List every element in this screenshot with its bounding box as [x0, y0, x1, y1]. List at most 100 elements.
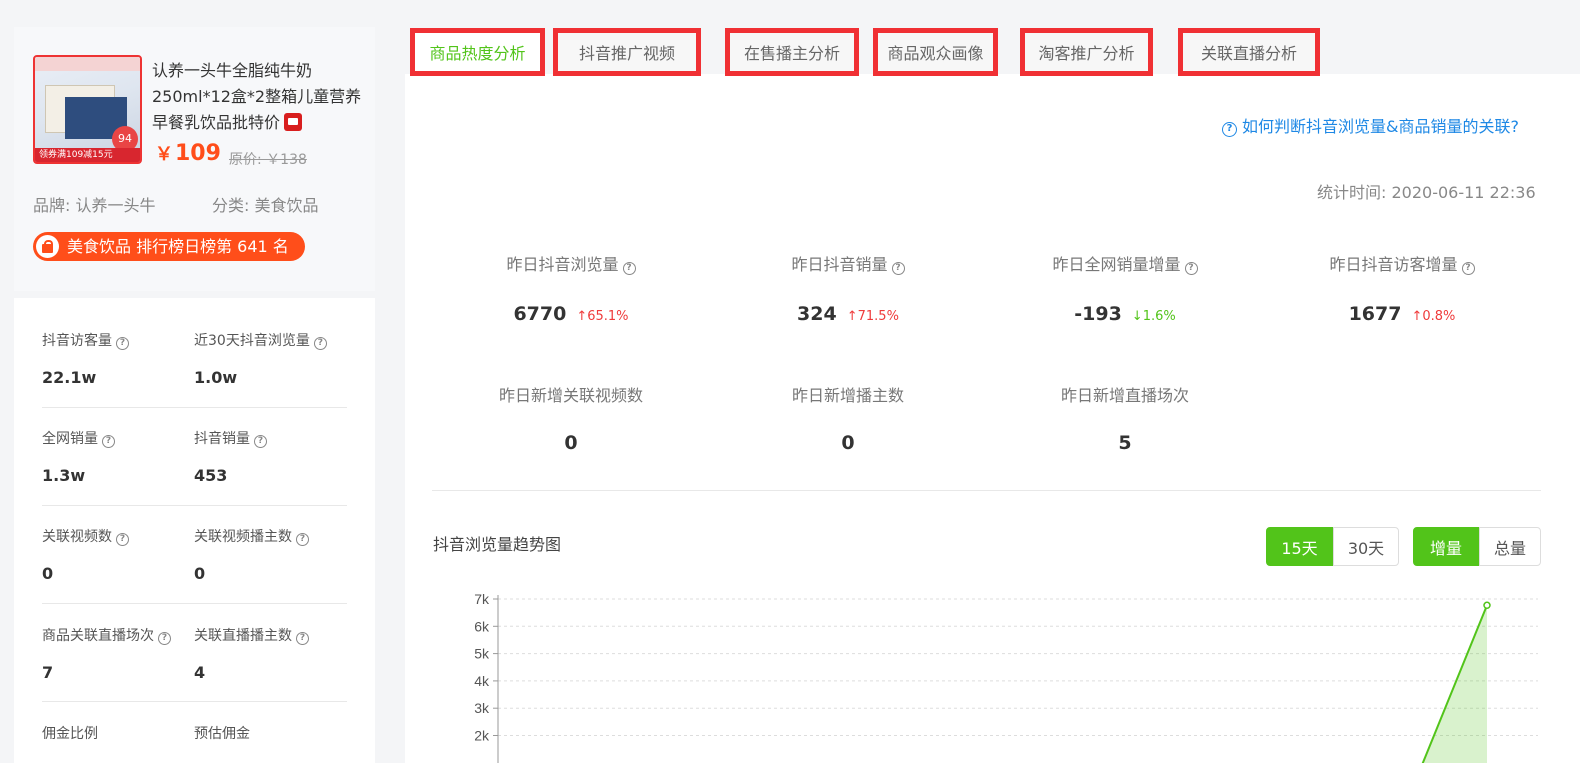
stat-divider — [42, 505, 347, 506]
help-icon[interactable]: ? — [158, 632, 171, 645]
stat-item: 佣金比例 — [42, 723, 98, 743]
trend-chart: 7k 6k 5k 4k 3k 2k — [432, 585, 1542, 763]
change-up: ↑65.1% — [576, 309, 629, 324]
stat-label: 抖音访客量 — [42, 333, 112, 349]
metric-value: 0 — [841, 432, 855, 454]
help-icon[interactable]: ? — [296, 533, 309, 546]
tab-3[interactable]: 在售播主分析 — [725, 28, 859, 76]
y-tick-label: 6k — [474, 618, 490, 634]
data-point[interactable] — [1483, 601, 1491, 610]
thumb-strip: 领券满109减15元 — [35, 148, 140, 162]
stat-item: 预估佣金 — [194, 723, 250, 743]
help-icon[interactable]: ? — [891, 262, 905, 275]
stat-label: 全网销量 — [42, 431, 98, 447]
arrow-up-icon: ↑ — [576, 309, 588, 324]
stat-value: 7 — [42, 663, 54, 682]
stat-label: 预估佣金 — [194, 726, 250, 742]
stat-value: 1.3w — [42, 466, 86, 485]
mode-increment-button[interactable]: 增量 — [1413, 527, 1479, 566]
metric-label: 昨日抖音访客增量? — [1282, 251, 1522, 275]
help-icon[interactable]: ? — [622, 262, 636, 275]
tab-6[interactable]: 关联直播分析 — [1178, 28, 1320, 76]
tab-4[interactable]: 商品观众画像 — [873, 28, 998, 76]
stat-item: 关联视频播主数? 0 — [194, 526, 309, 583]
original-price: 原价: ￥138 — [229, 152, 307, 168]
stat-time: 统计时间: 2020-06-11 22:36 — [1317, 183, 1536, 202]
y-tick-label: 3k — [474, 700, 490, 716]
y-tick-label: 4k — [474, 673, 490, 689]
metric-label: 昨日新增播主数 — [791, 386, 904, 405]
help-icon[interactable]: ? — [296, 632, 309, 645]
help-icon[interactable]: ? — [102, 435, 115, 448]
metric-card: 昨日全网销量增量? -193 ↓1.6% — [1005, 251, 1245, 325]
stat-label: 关联视频数 — [42, 529, 112, 545]
help-icon[interactable]: ? — [116, 533, 129, 546]
stat-value: 1.0w — [194, 368, 238, 387]
range-toggle: 15天 30天 — [1266, 527, 1399, 566]
stat-divider — [42, 603, 347, 604]
range-30-days-button[interactable]: 30天 — [1333, 527, 1399, 566]
stat-item: 抖音销量? 453 — [194, 428, 267, 485]
stat-label: 关联直播播主数 — [194, 628, 292, 644]
metric-label: 昨日新增关联视频数 — [498, 386, 643, 405]
stat-value: 22.1w — [42, 368, 97, 387]
shopping-bag-icon — [36, 235, 59, 258]
metric-label: 昨日抖音浏览量? — [451, 251, 691, 275]
mode-total-button[interactable]: 总量 — [1479, 527, 1541, 566]
metric-value: 6770 ↑65.1% — [513, 303, 629, 325]
stat-item: 关联直播播主数? 4 — [194, 625, 309, 682]
stat-divider — [42, 407, 347, 408]
category-label: 分类: 美食饮品 — [212, 196, 319, 215]
tab-5[interactable]: 淘客推广分析 — [1020, 28, 1153, 76]
metric-value: -193 ↓1.6% — [1074, 303, 1176, 325]
change-up: ↑0.8% — [1411, 309, 1456, 324]
metric-card: 昨日新增关联视频数 0 — [451, 382, 691, 454]
help-icon[interactable]: ? — [254, 435, 267, 448]
change-down: ↓1.6% — [1131, 309, 1176, 324]
metric-label: 昨日新增直播场次 — [1060, 386, 1189, 405]
metric-value: 0 — [564, 432, 578, 454]
stat-value: 453 — [194, 466, 228, 485]
metric-card: 昨日抖音销量? 324 ↑71.5% — [728, 251, 968, 325]
tmall-icon — [284, 113, 303, 131]
help-link[interactable]: ? 如何判断抖音浏览量&商品销量的关联? — [1222, 113, 1519, 137]
help-icon[interactable]: ? — [313, 337, 327, 350]
metric-value: 324 ↑71.5% — [797, 303, 899, 325]
y-tick-label: 7k — [474, 591, 490, 607]
stat-value: 0 — [42, 564, 54, 583]
metric-card: 昨日抖音浏览量? 6770 ↑65.1% — [451, 251, 691, 325]
product-title[interactable]: 认养一头牛全脂纯牛奶250ml*12盒*2整箱儿童营养早餐乳饮品批特价 — [152, 58, 370, 136]
stat-value: 0 — [194, 564, 206, 583]
stat-label: 关联视频播主数 — [194, 529, 292, 545]
help-circle-icon: ? — [1222, 122, 1237, 137]
help-icon[interactable]: ? — [1184, 262, 1198, 275]
range-15-days-button[interactable]: 15天 — [1266, 527, 1333, 566]
arrow-up-icon: ↑ — [1411, 309, 1423, 324]
stat-item: 关联视频数? 0 — [42, 526, 129, 583]
rank-badge[interactable]: 美食饮品 排行榜日榜第 641 名 — [33, 232, 305, 261]
change-up: ↑71.5% — [846, 309, 899, 324]
product-thumbnail[interactable]: 94 领券满109减15元 — [33, 55, 142, 164]
tab-1[interactable]: 商品热度分析 — [410, 28, 545, 76]
trend-chart-svg: 7k 6k 5k 4k 3k 2k — [474, 591, 1538, 763]
stat-value: 4 — [194, 663, 206, 682]
metric-card: 昨日新增播主数 0 — [728, 382, 968, 454]
arrow-up-icon: ↑ — [846, 309, 858, 324]
tab-2[interactable]: 抖音推广视频 — [553, 28, 701, 76]
stat-item: 近30天抖音浏览量? 1.0w — [194, 330, 327, 387]
metric-value: 5 — [1118, 432, 1132, 454]
help-icon[interactable]: ? — [1461, 262, 1475, 275]
stat-item: 抖音访客量? 22.1w — [42, 330, 129, 387]
product-price: ￥109 — [155, 141, 221, 166]
arrow-down-icon: ↓ — [1131, 309, 1143, 324]
stat-label: 抖音销量 — [194, 431, 250, 447]
metric-label: 昨日抖音销量? — [728, 251, 968, 275]
metric-label: 昨日全网销量增量? — [1005, 251, 1245, 275]
y-tick-label: 2k — [474, 728, 490, 744]
stat-label: 近30天抖音浏览量 — [194, 333, 310, 349]
stat-label: 佣金比例 — [42, 726, 98, 742]
stat-item: 全网销量? 1.3w — [42, 428, 115, 485]
help-icon[interactable]: ? — [116, 337, 129, 350]
metric-card: 昨日抖音访客增量? 1677 ↑0.8% — [1282, 251, 1522, 325]
brand-label: 品牌: 认养一头牛 — [33, 196, 156, 215]
